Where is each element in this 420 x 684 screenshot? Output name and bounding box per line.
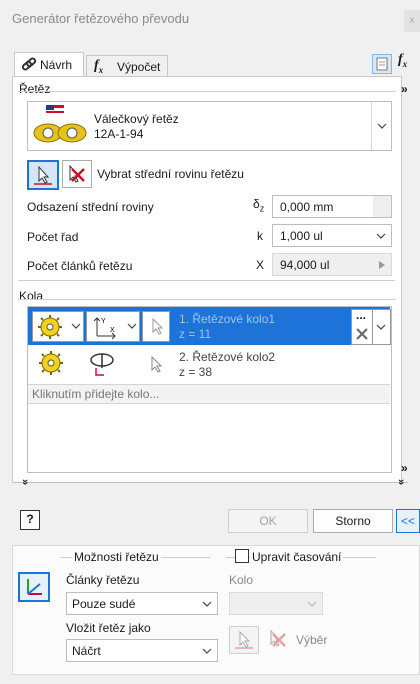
formula-icon: fx [94,58,104,75]
options-links-label: Články řetězu [66,573,140,587]
window-title: Generátor řetězového převodu [12,11,190,26]
rows-value: 1,000 ul [280,229,323,243]
chain-type-selector[interactable]: Válečkový řetěz 12A-1-94 [27,101,392,151]
clear-selection-icon [69,164,85,183]
close-button[interactable]: x [404,10,420,32]
offset-symbol: δz [253,197,265,214]
rows-label: Počet řad [27,230,79,244]
splitter-line [14,482,408,483]
select-plane-button[interactable] [27,160,59,190]
chevron-down-icon [307,601,317,607]
ok-button[interactable]: OK [228,509,308,533]
timing-checkbox-label: Upravit časování [250,550,344,564]
cancel-button[interactable]: Storno [313,509,393,533]
tab-vypocet[interactable]: fx Výpočet [86,55,168,78]
tab-vypocet-label: Výpočet [117,60,161,74]
plane-placement-icon [90,353,114,376]
wheel-1-sprocket-button[interactable] [32,311,84,342]
links-value: 94,000 ul [280,258,330,272]
wheel-1-dropdown[interactable] [372,309,391,345]
add-wheel-row[interactable]: Kliknutím přidejte kolo... [28,384,390,404]
timing-checkbox[interactable] [235,549,249,563]
wheel-1-teeth: z = 11 [179,327,212,341]
axis-icon: YX [93,317,116,340]
sprocket-icon [39,351,63,375]
sprocket-icon [38,315,62,339]
wheel-1-axis-button[interactable]: YX [86,311,140,342]
chevron-down-icon [127,323,137,329]
splitter-down-icon[interactable]: » [395,479,407,485]
rows-select[interactable]: 1,000 ul [272,224,392,247]
rows-symbol: k [257,229,263,243]
timing-select-label: Výběr [296,633,328,647]
links-symbol: X [256,258,265,272]
cursor-arrow-icon [152,317,164,335]
coordinate-axes-icon [27,579,42,595]
chevron-down-icon [202,601,212,607]
insert-as-select[interactable]: Náčrt [66,639,218,662]
wheel-row-selected[interactable]: YX 1. Řetězové kolo1 z = 11 ... [28,307,391,345]
timing-wheel-label: Kolo [229,573,254,587]
roller-chain-icon [33,105,87,143]
wheel-2-name: 2. Řetězové kolo2 [179,350,276,364]
help-button[interactable]: ? [20,510,40,530]
chain-divider [18,91,396,92]
wheel-2-teeth: z = 38 [179,365,213,379]
results-icon[interactable]: fx [398,52,407,69]
chain-section-label: Řetěz [19,82,51,96]
wheel-1-name: 1. Řetězové kolo1 [179,312,276,326]
tab-navrh[interactable]: Návrh [14,52,84,77]
chevron-down-icon [71,323,81,329]
offset-spin [373,196,391,217]
links-option-select[interactable]: Pouze sudé [66,592,218,615]
insert-as-value: Náčrt [72,644,101,658]
svg-text:Y: Y [101,318,106,325]
chain-type-code: 12A-1-94 [94,127,144,141]
wheels-divider [18,299,396,300]
timing-clear-button[interactable] [264,626,292,652]
play-arrow-icon [379,261,385,269]
chevron-down-icon [376,233,386,239]
chain-selector-divider [371,102,372,150]
cursor-arrow-icon [34,165,52,185]
wheels-section-label: Kola [19,289,44,303]
chain-link-icon [21,57,37,71]
splitter-down-icon[interactable]: » [19,479,31,485]
more-icon: ... [356,308,367,322]
tab-navrh-label: Návrh [40,58,73,72]
links-option-value: Pouze sudé [72,597,136,611]
chevron-down-icon [377,123,387,129]
clear-plane-button[interactable] [62,160,92,188]
expand-right-icon[interactable]: » [401,461,408,475]
cursor-arrow-icon [151,355,163,373]
links-label: Počet článků řetězu [27,259,133,273]
clear-selection-icon [270,629,286,647]
coordinate-system-button[interactable] [18,572,50,602]
insert-as-label: Vložit řetěz jako [66,621,151,635]
options-section-label: Možnosti řetězu [72,550,161,564]
chevron-down-icon [202,648,212,654]
timing-wheel-select[interactable] [229,592,323,615]
wheel-1-more-button[interactable]: ... [351,308,373,345]
expand-right-icon[interactable]: » [401,82,408,96]
offset-label: Odsazení střední roviny [27,200,154,214]
remove-icon [356,328,368,340]
cursor-arrow-icon [235,630,253,649]
options-toggle-button[interactable] [372,54,392,74]
offset-value: 0,000 mm [280,200,334,214]
svg-text:X: X [110,327,115,334]
notepad-icon [376,57,388,71]
add-wheel-hint: Kliknutím přidejte kolo... [32,387,160,401]
chain-type-name: Válečkový řetěz [94,112,179,126]
select-plane-label: Vybrat střední rovinu řetězu [97,167,244,181]
collapse-button[interactable]: << [396,509,420,533]
offset-input[interactable]: 0,000 mm [272,195,392,218]
wheel-row[interactable]: 2. Řetězové kolo2 z = 38 [28,345,390,383]
links-field[interactable]: 94,000 ul [272,253,392,276]
timing-select-button[interactable] [229,626,259,654]
chevron-down-icon [376,324,386,330]
wheel-1-select-button[interactable] [142,311,170,342]
